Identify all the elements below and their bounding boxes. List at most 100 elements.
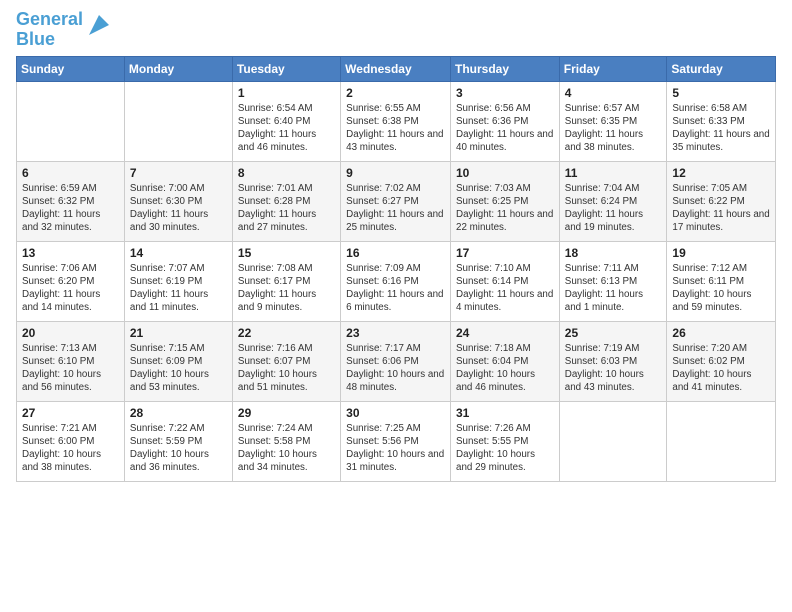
weekday-header-tuesday: Tuesday — [232, 56, 340, 81]
day-detail: Sunrise: 7:06 AMSunset: 6:20 PMDaylight:… — [22, 262, 119, 315]
day-detail: Sunrise: 6:59 AMSunset: 6:32 PMDaylight:… — [22, 182, 119, 235]
day-detail: Sunrise: 6:54 AMSunset: 6:40 PMDaylight:… — [238, 102, 335, 155]
day-cell: 3 Sunrise: 6:56 AMSunset: 6:36 PMDaylight… — [451, 81, 560, 161]
page: General Blue SundayMondayTuesdayWednesda… — [0, 0, 792, 492]
day-cell: 2 Sunrise: 6:55 AMSunset: 6:38 PMDaylight… — [341, 81, 451, 161]
day-detail: Sunrise: 7:24 AMSunset: 5:58 PMDaylight:… — [238, 422, 335, 475]
day-cell: 1 Sunrise: 6:54 AMSunset: 6:40 PMDaylight… — [232, 81, 340, 161]
day-cell: 22Sunrise: 7:16 AMSunset: 6:07 PMDayligh… — [232, 321, 340, 401]
day-number: 4 — [565, 86, 662, 100]
day-cell: 29 Sunrise: 7:24 AMSunset: 5:58 PMDayligh… — [232, 401, 340, 481]
day-cell: 18Sunrise: 7:11 AMSunset: 6:13 PMDayligh… — [559, 241, 667, 321]
day-cell: 26 Sunrise: 7:20 AMSunset: 6:02 PMDayligh… — [667, 321, 776, 401]
day-cell: 23 Sunrise: 7:17 AMSunset: 6:06 PMDayligh… — [341, 321, 451, 401]
day-detail: Sunrise: 7:07 AMSunset: 6:19 PMDaylight:… — [130, 262, 227, 315]
day-number: 1 — [238, 86, 335, 100]
day-number: 9 — [346, 166, 445, 180]
day-number: 25 — [565, 326, 662, 340]
day-cell: 27 Sunrise: 7:21 AMSunset: 6:00 PMDayligh… — [17, 401, 125, 481]
day-detail: Sunrise: 6:55 AMSunset: 6:38 PMDaylight:… — [346, 102, 445, 155]
day-cell: 5Sunrise: 6:58 AMSunset: 6:33 PMDaylight… — [667, 81, 776, 161]
day-number: 30 — [346, 406, 445, 420]
day-cell: 12Sunrise: 7:05 AMSunset: 6:22 PMDayligh… — [667, 161, 776, 241]
day-detail: Sunrise: 7:21 AMSunset: 6:00 PMDaylight:… — [22, 422, 119, 475]
day-cell: 24 Sunrise: 7:18 AMSunset: 6:04 PMDayligh… — [451, 321, 560, 401]
day-detail: Sunrise: 7:03 AMSunset: 6:25 PMDaylight:… — [456, 182, 554, 235]
day-detail: Sunrise: 7:13 AMSunset: 6:10 PMDaylight:… — [22, 342, 119, 395]
day-number: 16 — [346, 246, 445, 260]
day-number: 19 — [672, 246, 770, 260]
day-detail: Sunrise: 7:12 AMSunset: 6:11 PMDaylight:… — [672, 262, 770, 315]
calendar-table: SundayMondayTuesdayWednesdayThursdayFrid… — [16, 56, 776, 482]
day-cell: 13 Sunrise: 7:06 AMSunset: 6:20 PMDayligh… — [17, 241, 125, 321]
day-cell: 25 Sunrise: 7:19 AMSunset: 6:03 PMDayligh… — [559, 321, 667, 401]
day-cell: 28 Sunrise: 7:22 AMSunset: 5:59 PMDayligh… — [124, 401, 232, 481]
day-number: 2 — [346, 86, 445, 100]
day-number: 31 — [456, 406, 554, 420]
day-cell: 30 Sunrise: 7:25 AMSunset: 5:56 PMDayligh… — [341, 401, 451, 481]
weekday-header-thursday: Thursday — [451, 56, 560, 81]
day-detail: Sunrise: 7:17 AMSunset: 6:06 PMDaylight:… — [346, 342, 445, 395]
day-cell: 21Sunrise: 7:15 AMSunset: 6:09 PMDayligh… — [124, 321, 232, 401]
day-cell — [17, 81, 125, 161]
day-detail: Sunrise: 7:18 AMSunset: 6:04 PMDaylight:… — [456, 342, 554, 395]
day-cell: 8 Sunrise: 7:01 AMSunset: 6:28 PMDaylight… — [232, 161, 340, 241]
day-detail: Sunrise: 7:11 AMSunset: 6:13 PMDaylight:… — [565, 262, 662, 315]
week-row-1: 1 Sunrise: 6:54 AMSunset: 6:40 PMDaylight… — [17, 81, 776, 161]
day-number: 22 — [238, 326, 335, 340]
day-number: 23 — [346, 326, 445, 340]
day-detail: Sunrise: 7:19 AMSunset: 6:03 PMDaylight:… — [565, 342, 662, 395]
day-detail: Sunrise: 7:22 AMSunset: 5:59 PMDaylight:… — [130, 422, 227, 475]
day-detail: Sunrise: 7:00 AMSunset: 6:30 PMDaylight:… — [130, 182, 227, 235]
day-number: 29 — [238, 406, 335, 420]
day-cell: 20Sunrise: 7:13 AMSunset: 6:10 PMDayligh… — [17, 321, 125, 401]
day-cell: 14 Sunrise: 7:07 AMSunset: 6:19 PMDayligh… — [124, 241, 232, 321]
day-detail: Sunrise: 6:56 AMSunset: 6:36 PMDaylight:… — [456, 102, 554, 155]
week-row-4: 20Sunrise: 7:13 AMSunset: 6:10 PMDayligh… — [17, 321, 776, 401]
header: General Blue — [16, 10, 776, 50]
day-cell: 4Sunrise: 6:57 AMSunset: 6:35 PMDaylight… — [559, 81, 667, 161]
day-detail: Sunrise: 7:15 AMSunset: 6:09 PMDaylight:… — [130, 342, 227, 395]
weekday-header-sunday: Sunday — [17, 56, 125, 81]
day-cell: 11 Sunrise: 7:04 AMSunset: 6:24 PMDayligh… — [559, 161, 667, 241]
logo-text: General Blue — [16, 10, 83, 50]
week-row-5: 27 Sunrise: 7:21 AMSunset: 6:00 PMDayligh… — [17, 401, 776, 481]
day-detail: Sunrise: 7:01 AMSunset: 6:28 PMDaylight:… — [238, 182, 335, 235]
day-number: 27 — [22, 406, 119, 420]
day-number: 15 — [238, 246, 335, 260]
day-cell — [559, 401, 667, 481]
day-detail: Sunrise: 7:04 AMSunset: 6:24 PMDaylight:… — [565, 182, 662, 235]
day-detail: Sunrise: 7:05 AMSunset: 6:22 PMDaylight:… — [672, 182, 770, 235]
logo-icon — [85, 11, 113, 39]
day-number: 14 — [130, 246, 227, 260]
day-cell: 7Sunrise: 7:00 AMSunset: 6:30 PMDaylight… — [124, 161, 232, 241]
day-cell: 19 Sunrise: 7:12 AMSunset: 6:11 PMDayligh… — [667, 241, 776, 321]
day-number: 17 — [456, 246, 554, 260]
logo: General Blue — [16, 10, 113, 50]
day-number: 13 — [22, 246, 119, 260]
day-number: 11 — [565, 166, 662, 180]
day-cell — [667, 401, 776, 481]
day-detail: Sunrise: 6:58 AMSunset: 6:33 PMDaylight:… — [672, 102, 770, 155]
day-number: 26 — [672, 326, 770, 340]
week-row-2: 6 Sunrise: 6:59 AMSunset: 6:32 PMDaylight… — [17, 161, 776, 241]
day-number: 28 — [130, 406, 227, 420]
day-number: 24 — [456, 326, 554, 340]
day-detail: Sunrise: 7:09 AMSunset: 6:16 PMDaylight:… — [346, 262, 445, 315]
day-number: 10 — [456, 166, 554, 180]
day-detail: Sunrise: 7:26 AMSunset: 5:55 PMDaylight:… — [456, 422, 554, 475]
day-cell: 15 Sunrise: 7:08 AMSunset: 6:17 PMDayligh… — [232, 241, 340, 321]
day-number: 8 — [238, 166, 335, 180]
day-number: 6 — [22, 166, 119, 180]
day-detail: Sunrise: 7:20 AMSunset: 6:02 PMDaylight:… — [672, 342, 770, 395]
logo-general: General — [16, 9, 83, 29]
day-number: 3 — [456, 86, 554, 100]
logo-blue: Blue — [16, 29, 55, 49]
day-detail: Sunrise: 7:08 AMSunset: 6:17 PMDaylight:… — [238, 262, 335, 315]
day-detail: Sunrise: 7:10 AMSunset: 6:14 PMDaylight:… — [456, 262, 554, 315]
day-cell: 17 Sunrise: 7:10 AMSunset: 6:14 PMDayligh… — [451, 241, 560, 321]
week-row-3: 13 Sunrise: 7:06 AMSunset: 6:20 PMDayligh… — [17, 241, 776, 321]
weekday-header-row: SundayMondayTuesdayWednesdayThursdayFrid… — [17, 56, 776, 81]
day-detail: Sunrise: 7:25 AMSunset: 5:56 PMDaylight:… — [346, 422, 445, 475]
day-cell: 31 Sunrise: 7:26 AMSunset: 5:55 PMDayligh… — [451, 401, 560, 481]
